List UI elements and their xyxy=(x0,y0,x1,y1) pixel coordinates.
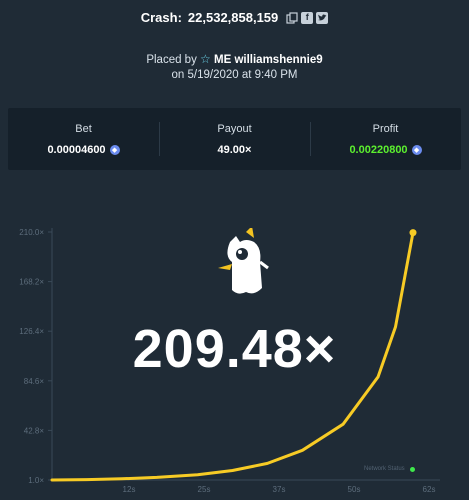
eth-icon: ◆ xyxy=(411,144,422,155)
bet-stats-panel: Bet 0.00004600 ◆ Payout 49.00× Profit 0.… xyxy=(8,108,461,170)
x-tick-label: 25s xyxy=(198,485,211,494)
y-tick-label: 168.2× xyxy=(19,278,44,287)
x-tick-label: 62s xyxy=(423,485,436,494)
crash-multiplier: 209.48× xyxy=(132,319,337,379)
y-tick-label: 1.0× xyxy=(28,476,44,485)
bet-stat: Bet 0.00004600 ◆ xyxy=(8,108,159,170)
twitter-icon[interactable] xyxy=(316,11,329,24)
x-tick-label: 37s xyxy=(273,485,286,494)
crash-id: 22,532,858,159 xyxy=(187,10,279,25)
header: Crash: 22,532,858,159 f Placed by ☆ ME w… xyxy=(0,0,469,106)
network-status[interactable]: Network Status xyxy=(364,466,415,472)
facebook-icon[interactable]: f xyxy=(301,11,314,24)
bet-value: 0.00004600 xyxy=(47,143,106,156)
placed-info: Placed by ☆ ME williamshennie9 on 5/19/2… xyxy=(0,52,469,83)
status-dot-icon xyxy=(409,466,415,472)
y-tick-label: 42.8× xyxy=(24,426,45,435)
profit-stat: Profit 0.00220800 ◆ xyxy=(310,108,461,170)
username-link[interactable]: ME williamshennie9 xyxy=(214,54,323,66)
eth-icon: ◆ xyxy=(109,144,120,155)
series-end-point xyxy=(409,229,417,237)
mascot-icon xyxy=(218,228,269,294)
crash-title: Crash: 22,532,858,159 f xyxy=(0,10,469,25)
x-tick-label: 50s xyxy=(348,485,361,494)
bet-label: Bet xyxy=(75,122,92,135)
copy-icon[interactable] xyxy=(286,11,298,24)
network-status-label: Network Status xyxy=(364,466,405,472)
profit-label: Profit xyxy=(372,122,399,135)
y-tick-label: 210.0× xyxy=(19,228,44,237)
payout-stat: Payout 49.00× xyxy=(159,108,310,170)
x-tick-label: 12s xyxy=(123,485,136,494)
crash-label: Crash: xyxy=(140,10,182,25)
payout-value: 49.00× xyxy=(217,143,252,156)
profit-value: 0.00220800 xyxy=(349,143,408,156)
profit-value-row: 0.00220800 ◆ xyxy=(349,143,422,156)
payout-value-row: 49.00× xyxy=(218,144,252,156)
star-icon: ☆ xyxy=(200,52,211,66)
bet-value-row: 0.00004600 ◆ xyxy=(47,143,120,156)
placed-date: on 5/19/2020 at 9:40 PM xyxy=(171,69,298,81)
placed-prefix: Placed by xyxy=(146,54,197,66)
payout-label: Payout xyxy=(217,122,252,135)
